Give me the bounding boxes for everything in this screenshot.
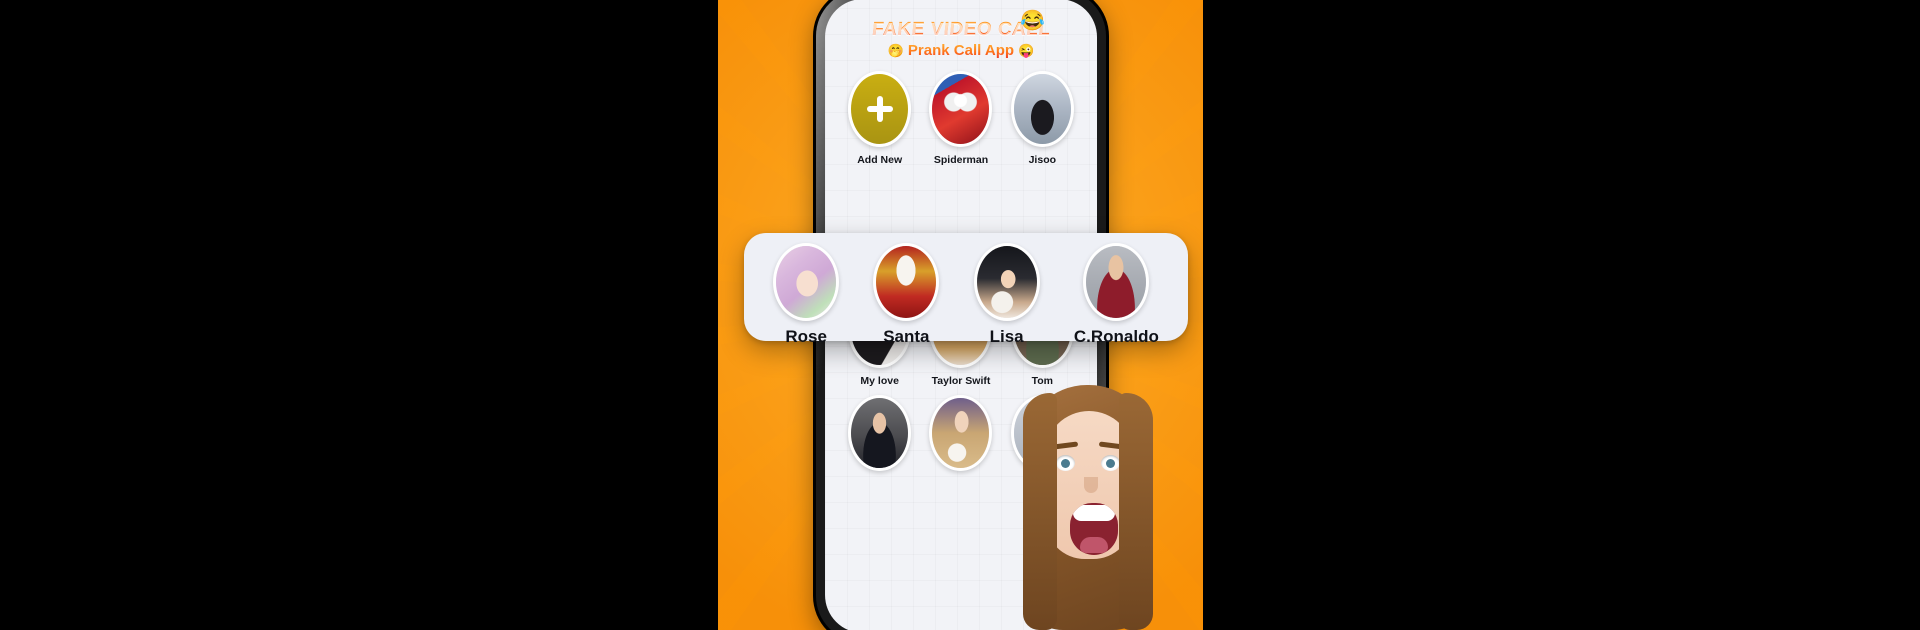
nose: [1084, 477, 1098, 493]
tongue: [1080, 537, 1108, 553]
avatar-photo: [876, 246, 937, 318]
avatar-photo: [776, 246, 837, 318]
contact-label: Add New: [857, 154, 903, 166]
contact-item-spiderman[interactable]: Spiderman: [920, 71, 1001, 166]
contact-label: My love: [860, 375, 899, 387]
laughing-emoji-icon: 😂: [1020, 10, 1045, 32]
contact-label: Taylor Swift: [931, 375, 991, 387]
mouth: [1070, 503, 1118, 555]
avatar-photo: [976, 246, 1037, 318]
app-subtitle-row: 🤭 Prank Call App 😜: [825, 42, 1097, 59]
avatar-photo: [1086, 246, 1147, 318]
hair-front-right: [1119, 393, 1153, 630]
avatar[interactable]: [1010, 71, 1074, 147]
letterbox-left: [0, 0, 718, 630]
app-subtitle: Prank Call App: [907, 42, 1015, 59]
avatar-photo: [1013, 74, 1071, 144]
contact-item-add-new[interactable]: Add New: [839, 71, 920, 166]
contact-label: Spiderman: [933, 154, 989, 166]
highlight-item-rose[interactable]: Rose: [773, 243, 840, 347]
avatar[interactable]: [873, 243, 940, 321]
woman-cutout-photo: [1023, 385, 1153, 630]
avatar[interactable]: [848, 395, 912, 471]
highlight-item-santa[interactable]: Santa: [873, 243, 940, 347]
highlight-label: Rose: [785, 327, 827, 346]
contact-label: Jisoo: [1028, 154, 1057, 166]
add-new-button[interactable]: [848, 71, 912, 147]
avatar[interactable]: [929, 395, 993, 471]
avatar[interactable]: [773, 243, 840, 321]
contact-item-row4-2[interactable]: [920, 395, 1001, 478]
shush-emoji-icon: 🤭: [887, 42, 904, 58]
avatar-photo: [932, 74, 990, 144]
teeth: [1073, 505, 1115, 521]
avatar-photo: [932, 398, 990, 468]
highlight-label: Santa: [883, 327, 930, 346]
highlight-item-lisa[interactable]: Lisa: [973, 243, 1040, 347]
letterbox-right: [1203, 0, 1920, 630]
wink-emoji-icon: 😜: [1018, 42, 1035, 58]
pupil-right: [1106, 459, 1115, 468]
avatar[interactable]: [1083, 243, 1150, 321]
contact-item-row4-1[interactable]: [839, 395, 920, 478]
highlight-label: Lisa: [989, 327, 1024, 346]
pupil-left: [1061, 459, 1070, 468]
hair-front-left: [1023, 393, 1057, 630]
app-header: FAKE VIDEO CALL 😂 🤭 Prank Call App 😜: [825, 0, 1097, 59]
highlight-label: C.Ronaldo: [1073, 327, 1159, 346]
contact-item-jisoo[interactable]: Jisoo: [1002, 71, 1083, 166]
highlight-item-cronaldo[interactable]: C.Ronaldo: [1074, 243, 1159, 347]
plus-icon: [866, 96, 893, 122]
highlighted-contacts-card: Rose Santa Lisa C.Ronaldo: [744, 233, 1188, 346]
avatar[interactable]: [973, 243, 1040, 321]
avatar-photo: [851, 398, 909, 468]
screenshot-stage: FAKE VIDEO CALL 😂 🤭 Prank Call App 😜 Add…: [0, 0, 1920, 630]
avatar[interactable]: [929, 71, 993, 147]
